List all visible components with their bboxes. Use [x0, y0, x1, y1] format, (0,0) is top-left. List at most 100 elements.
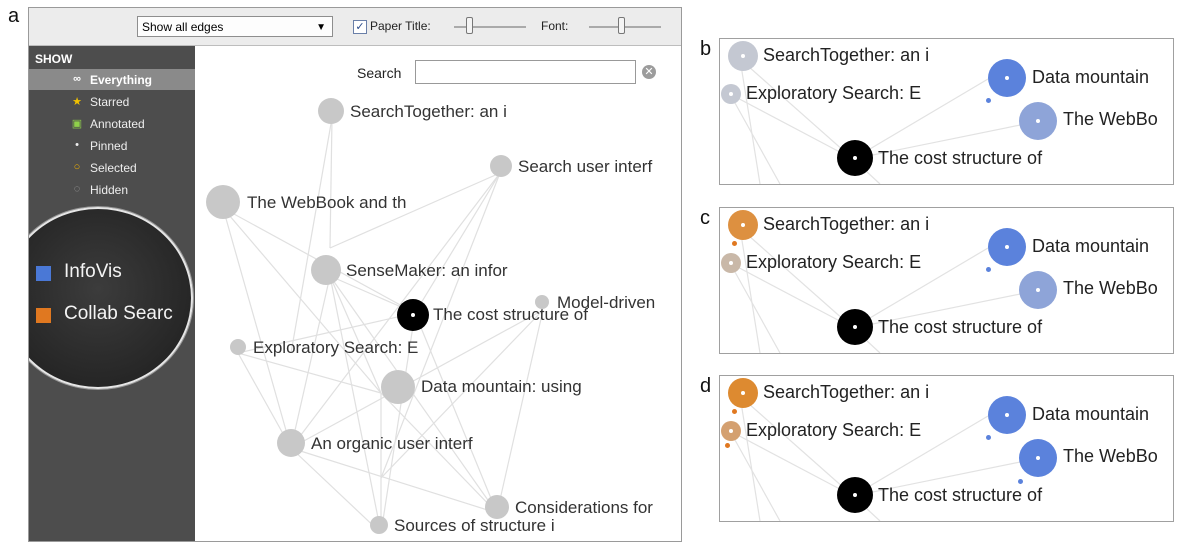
sidebar-item-label: Starred	[90, 95, 130, 109]
graph-node-label[interactable]: The cost structure of	[433, 305, 588, 325]
graph-node[interactable]	[728, 378, 758, 408]
pin-icon: •	[75, 139, 79, 151]
sidebar-item-selected[interactable]: ○ Selected	[29, 157, 195, 178]
tag-dot	[986, 435, 991, 440]
panel-letter-c: c	[700, 207, 710, 229]
graph-node-label[interactable]: Sources of structure i	[394, 516, 555, 536]
sidebar-item-hidden[interactable]: ◌ Hidden	[29, 179, 195, 200]
graph-node[interactable]	[728, 41, 758, 71]
collab-search-swatch	[36, 308, 51, 323]
paper-title-label: Paper Title:	[370, 19, 431, 33]
graph-node-label[interactable]: SearchTogether: an i	[763, 382, 929, 403]
graph-node-label[interactable]: Considerations for	[515, 498, 653, 518]
search-label: Search	[357, 65, 402, 81]
clear-icon[interactable]: ✕	[642, 65, 656, 79]
chevron-down-icon: ▼	[316, 22, 326, 33]
title-size-slider-track[interactable]	[454, 26, 526, 28]
graph-node-label[interactable]: SearchTogether: an i	[763, 214, 929, 235]
tag-dot	[725, 443, 730, 448]
graph-node-label[interactable]: The cost structure of	[878, 317, 1042, 338]
graph-node-label[interactable]: Exploratory Search: E	[746, 83, 921, 104]
panel-letter-d: d	[700, 375, 712, 397]
graph-node-label[interactable]: Exploratory Search: E	[746, 420, 921, 441]
graph-node-label[interactable]: Search user interf	[518, 157, 652, 177]
sidebar-item-label: Selected	[90, 161, 137, 175]
graph-node[interactable]	[277, 429, 305, 457]
graph-node[interactable]	[988, 59, 1026, 97]
sidebar-item-annotated[interactable]: ▣ Annotated	[29, 113, 195, 134]
infinity-icon: ∞	[73, 73, 81, 85]
graph-node-selected[interactable]	[837, 309, 873, 345]
graph-node-selected[interactable]	[397, 299, 429, 331]
graph-node-label[interactable]: SearchTogether: an i	[763, 45, 929, 66]
graph-node-label[interactable]: Data mountain	[1032, 404, 1149, 425]
graph-node-label[interactable]: Exploratory Search: E	[746, 252, 921, 273]
graph-node[interactable]	[490, 155, 512, 177]
graph-node[interactable]	[1019, 439, 1057, 477]
sidebar-item-pinned[interactable]: • Pinned	[29, 135, 195, 156]
subpanel-b: SearchTogether: an i Exploratory Search:…	[719, 38, 1174, 185]
graph-node-selected[interactable]	[837, 477, 873, 513]
graph-node[interactable]	[230, 339, 246, 355]
tag-dot	[732, 409, 737, 414]
paper-title-checkbox[interactable]: ✓	[353, 20, 367, 34]
graph-node-label[interactable]: The cost structure of	[878, 485, 1042, 506]
graph-node-label[interactable]: The WebBo	[1063, 446, 1158, 467]
graph-node[interactable]	[381, 370, 415, 404]
graph-node-label[interactable]: The WebBook and th	[247, 193, 406, 213]
search-input[interactable]	[415, 60, 636, 84]
toolbar: Show all edges ▼ ✓ Paper Title: Font:	[29, 8, 681, 46]
graph-node[interactable]	[1019, 271, 1057, 309]
tag-dot	[1018, 479, 1023, 484]
graph-node-label[interactable]: Data mountain: using	[421, 377, 582, 397]
graph-node[interactable]	[206, 185, 240, 219]
selected-ring-icon: ○	[73, 161, 81, 173]
hidden-ring-icon: ◌	[73, 183, 81, 195]
graph-node-label[interactable]: An organic user interf	[311, 434, 473, 454]
subpanel-c: SearchTogether: an i Exploratory Search:…	[719, 207, 1174, 354]
tag-dot	[732, 241, 737, 246]
font-slider-track[interactable]	[589, 26, 661, 28]
subpanel-d: SearchTogether: an i Exploratory Search:…	[719, 375, 1174, 522]
sidebar-item-starred[interactable]: ★ Starred	[29, 91, 195, 112]
panel-letter-a: a	[8, 5, 20, 27]
font-label: Font:	[541, 19, 569, 33]
graph-node[interactable]	[988, 396, 1026, 434]
graph-node[interactable]	[721, 253, 741, 273]
graph-node[interactable]	[728, 210, 758, 240]
main-window: Show all edges ▼ ✓ Paper Title: Font: SH…	[28, 7, 682, 542]
graph-node-selected[interactable]	[837, 140, 873, 176]
graph-node-label[interactable]: Data mountain	[1032, 236, 1149, 257]
graph-node-label[interactable]: Exploratory Search: E	[253, 338, 418, 358]
sidebar-item-label: Pinned	[90, 139, 128, 153]
graph-node-label[interactable]: Data mountain	[1032, 67, 1149, 88]
graph-node-label[interactable]: The WebBo	[1063, 109, 1158, 130]
graph-node-label[interactable]: The WebBo	[1063, 278, 1158, 299]
graph-node[interactable]	[721, 84, 741, 104]
graph-node[interactable]	[721, 421, 741, 441]
tag-dot	[986, 267, 991, 272]
graph-node-label[interactable]: SenseMaker: an infor	[346, 261, 508, 281]
graph-node-label[interactable]: SearchTogether: an i	[350, 102, 507, 122]
graph-node[interactable]	[311, 255, 341, 285]
panel-letter-b: b	[700, 38, 712, 60]
legend-item-collab-search[interactable]: Collab Searc	[64, 303, 173, 325]
sidebar-item-everything[interactable]: ∞ Everything	[29, 69, 195, 90]
annotation-icon: ▣	[71, 118, 83, 130]
graph-node-label[interactable]: The cost structure of	[878, 148, 1042, 169]
graph-node[interactable]	[318, 98, 344, 124]
graph-node[interactable]	[988, 228, 1026, 266]
edge-filter-select[interactable]: Show all edges ▼	[137, 16, 333, 37]
star-icon: ★	[72, 96, 82, 108]
edge-filter-value: Show all edges	[142, 20, 224, 34]
font-slider-handle[interactable]	[618, 17, 625, 34]
sidebar-title: SHOW	[35, 52, 73, 66]
legend-item-infovis[interactable]: InfoVis	[64, 261, 122, 283]
graph-node[interactable]	[1019, 102, 1057, 140]
sidebar-item-label: Everything	[90, 73, 153, 87]
sidebar-item-label: Hidden	[90, 183, 129, 197]
graph-node[interactable]	[370, 516, 388, 534]
title-size-slider-handle[interactable]	[466, 17, 473, 34]
tag-dot	[986, 98, 991, 103]
infovis-swatch	[36, 266, 51, 281]
